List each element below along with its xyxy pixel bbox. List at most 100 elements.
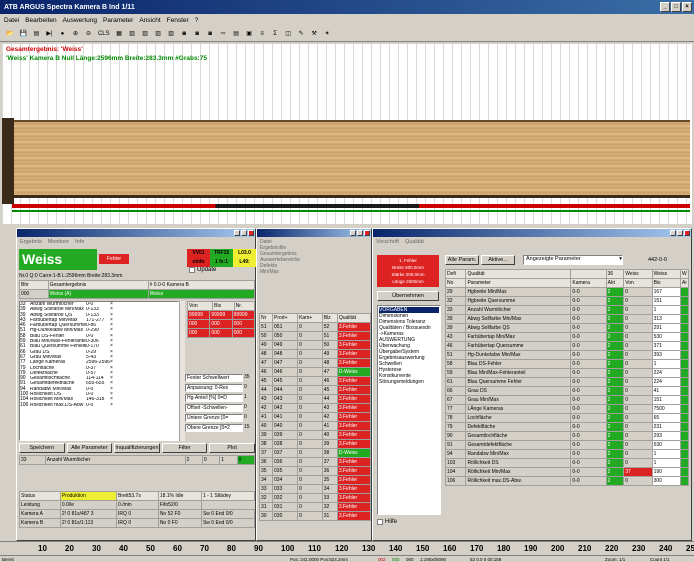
table-row[interactable]: 67 Grau Min/Max 0-0 2 0 151 bbox=[444, 395, 689, 405]
minimize-button[interactable] bbox=[670, 230, 676, 236]
threshold-row[interactable]: Obere Grenze [0=2 15 bbox=[185, 424, 257, 432]
table-row[interactable]: 41 041 0 42 3.Fehler bbox=[258, 412, 372, 422]
threshold-row[interactable]: Untere Grenze [0= 0 bbox=[185, 414, 257, 422]
table-row[interactable]: 94 Randabw Min/Max 0-0 2 0 1 bbox=[444, 449, 689, 459]
w1-menu-1[interactable]: Monitore bbox=[48, 239, 69, 245]
apply-button[interactable]: Übernehmen bbox=[377, 291, 439, 301]
pen-icon[interactable]: ✎ bbox=[296, 28, 307, 40]
table-row[interactable]: 61 Blau Quersumme Fehler 0-0 2 0 224 bbox=[444, 377, 689, 387]
table-row[interactable]: 51 Hg-Dunkelabw Min/Max 0-0 2 0 393 bbox=[444, 350, 689, 360]
menu-6[interactable]: ? bbox=[195, 17, 199, 24]
tools-icon[interactable]: ⚒ bbox=[309, 28, 320, 40]
export-icon[interactable]: ⇨ bbox=[218, 28, 229, 40]
table-row[interactable]: 39 Abwg Sollfarbe Min/Max 0-0 2 0 313 bbox=[444, 314, 689, 324]
table-row[interactable]: 33 Anzahl Wurmlöcher 0-0 2 0 1 bbox=[444, 305, 689, 315]
menu-3[interactable]: Parameter bbox=[103, 17, 133, 24]
maximize-button[interactable] bbox=[677, 230, 683, 236]
selected-row[interactable]: 33 Anzahl Wurmlöcher 2 0 1 0 bbox=[19, 455, 256, 465]
scope-icon[interactable]: ◫ bbox=[283, 28, 294, 40]
close-button[interactable] bbox=[248, 230, 254, 236]
table-row[interactable]: 43 Farbübertap Min/Max 0-0 2 0 530 bbox=[444, 332, 689, 342]
menu-4[interactable]: Ansicht bbox=[139, 17, 160, 24]
results-table[interactable]: Nr Prod+ Kam+ Blz Qualität 51 051 0 52 3.Fehler 50… bbox=[258, 313, 372, 521]
w1-menu-2[interactable]: Info bbox=[75, 239, 84, 245]
table-row[interactable]: 34 034 0 35 3.Fehler bbox=[258, 475, 372, 485]
close-button[interactable] bbox=[364, 230, 370, 236]
table-row[interactable]: 91 Gesamtdefektfläche 0-0 2 0 530 bbox=[444, 440, 689, 450]
action-button-1[interactable]: Alle Parameter bbox=[66, 443, 113, 453]
minimize-button[interactable] bbox=[350, 230, 356, 236]
maximize-button[interactable] bbox=[241, 230, 247, 236]
table-row[interactable]: 106 Röllichkeit max.DS-Abw. 0-0 2 0 300 bbox=[444, 476, 689, 486]
table-row[interactable]: 35 035 0 36 3.Fehler bbox=[258, 466, 372, 476]
camera1-icon[interactable]: ◙ bbox=[179, 28, 190, 40]
action-button-3[interactable]: Filter bbox=[161, 443, 208, 453]
settings-tree[interactable]: VORGABEN Dimensionen Dimensions Toleranz Qu… bbox=[377, 305, 441, 515]
table-row[interactable]: 77 LÄnge Kameras 0-0 2 0 7500 bbox=[444, 404, 689, 414]
parameter-list[interactable]: 33 Anzahl Wurmlöcher 0-0 × 39 Abwg Sollfarbe … bbox=[19, 301, 179, 441]
threshold-row[interactable]: Fester Schwellwert 35 bbox=[185, 374, 257, 382]
active-button[interactable]: Aktive... bbox=[481, 255, 515, 265]
layout-icon[interactable]: ▣ bbox=[244, 28, 255, 40]
table-row[interactable]: 45 045 0 46 3.Fehler bbox=[258, 376, 372, 386]
table-row[interactable]: 103 Röllichkeit DS 0-0 2 0 1 bbox=[444, 458, 689, 468]
chart2-icon[interactable]: ▥ bbox=[140, 28, 151, 40]
close-icon[interactable]: × bbox=[110, 402, 113, 408]
menu-2[interactable]: Auswertung bbox=[63, 17, 97, 24]
zoom-in-icon[interactable]: ⊕ bbox=[70, 28, 81, 40]
step-icon[interactable]: ▶| bbox=[44, 28, 55, 40]
minimize-button[interactable]: _ bbox=[660, 2, 670, 12]
image-canvas[interactable]: Gesamtergebnis: 'Weiss' 'Weiss' Kamera B… bbox=[2, 44, 692, 224]
minimize-button[interactable] bbox=[234, 230, 240, 236]
table-row[interactable]: 39 039 0 40 3.Fehler bbox=[258, 430, 372, 440]
sigma-icon[interactable]: Σ bbox=[270, 28, 281, 40]
table-row[interactable]: 66 Grau DS 0-0 2 0 41 bbox=[444, 386, 689, 396]
all-params-button[interactable]: Alle Param. bbox=[445, 255, 479, 265]
rec-icon[interactable]: ● bbox=[57, 28, 68, 40]
tree-item[interactable]: Störungsmeldungen bbox=[379, 379, 439, 385]
table-row[interactable]: 40 040 0 41 3.Fehler bbox=[258, 421, 372, 431]
table-row[interactable]: 47 047 0 48 3.Fehler bbox=[258, 358, 372, 368]
table-row[interactable]: 37 037 0 38 D-Weiss bbox=[258, 448, 372, 458]
table-row[interactable]: 59 Blau Min/Max-Fehleranteil 0-0 2 0 224 bbox=[444, 368, 689, 378]
star-icon[interactable]: ✶ bbox=[322, 28, 333, 40]
camera3-icon[interactable]: ◙ bbox=[205, 28, 216, 40]
table-row[interactable]: 78 Lochfläche 0-0 2 0 65 bbox=[444, 413, 689, 423]
help-option[interactable]: Hilfe bbox=[377, 519, 397, 525]
table-row[interactable]: 46 046 0 47 D-Weiss bbox=[258, 367, 372, 377]
close-button[interactable] bbox=[684, 230, 690, 236]
grid-icon[interactable]: ▦ bbox=[114, 28, 125, 40]
table-row[interactable]: 49 049 0 50 3.Fehler bbox=[258, 340, 372, 350]
table-row[interactable]: 38 038 0 39 3.Fehler bbox=[258, 439, 372, 449]
table-row[interactable]: 48 048 0 49 3.Fehler bbox=[258, 349, 372, 359]
close-button[interactable]: × bbox=[682, 2, 692, 12]
list-item[interactable]: 106 Röllichkeit max.DS-Abw 0-0 × bbox=[20, 402, 178, 408]
table-row[interactable]: 79 Defektfläche 0-0 2 0 231 bbox=[444, 422, 689, 432]
table-row[interactable]: 32 Hgbreite Quersumme 0-0 2 0 151 bbox=[444, 296, 689, 306]
table-row[interactable]: 39 Abwg Sollfarbe QS 0-0 2 0 291 bbox=[444, 323, 689, 333]
action-button-0[interactable]: Speichern bbox=[19, 443, 65, 453]
print-icon[interactable]: ▤ bbox=[31, 28, 42, 40]
threshold-row[interactable]: Hg-Anteil [%] 0=D 1 bbox=[185, 394, 257, 402]
w3-menu-0[interactable]: Vorschrift bbox=[376, 239, 399, 245]
table-row[interactable]: 42 042 0 43 3.Fehler bbox=[258, 403, 372, 413]
open-icon[interactable]: 📂 bbox=[4, 28, 15, 40]
maximize-button[interactable]: □ bbox=[671, 2, 681, 12]
table-row[interactable]: 104 Röllichkeit Min/Max 0-0 2 37 190 bbox=[444, 467, 689, 477]
menu-1[interactable]: Bearbeiten bbox=[25, 17, 56, 24]
table-row[interactable]: 32 032 0 33 3.Fehler bbox=[258, 493, 372, 503]
update-option[interactable]: Update bbox=[189, 267, 216, 273]
threshold-row[interactable]: Offset -Schwellen- 0 bbox=[185, 404, 257, 412]
table-row[interactable]: 50 050 0 51 3.Fehler bbox=[258, 331, 372, 341]
table-row[interactable]: 31 031 0 32 3.Fehler bbox=[258, 502, 372, 512]
table-icon[interactable]: ▤ bbox=[231, 28, 242, 40]
update-checkbox[interactable] bbox=[189, 267, 195, 273]
threshold-row[interactable]: Anpassung: 0-Res 0 bbox=[185, 384, 257, 392]
action-button-4[interactable]: Plot bbox=[209, 443, 255, 453]
parameter-dropdown[interactable]: Angezeigte Parameter ▾ bbox=[523, 255, 623, 265]
table-row[interactable]: 36 036 0 37 3.Fehler bbox=[258, 457, 372, 467]
table-row[interactable]: 29 Hgbreite Min/Max 0-0 2 0 167 bbox=[444, 287, 689, 297]
chart4-icon[interactable]: ▥ bbox=[166, 28, 177, 40]
zoom-out-icon[interactable]: ⊖ bbox=[83, 28, 94, 40]
table-row[interactable]: 90 Gesamtlochfläche 0-0 2 0 293 bbox=[444, 431, 689, 441]
